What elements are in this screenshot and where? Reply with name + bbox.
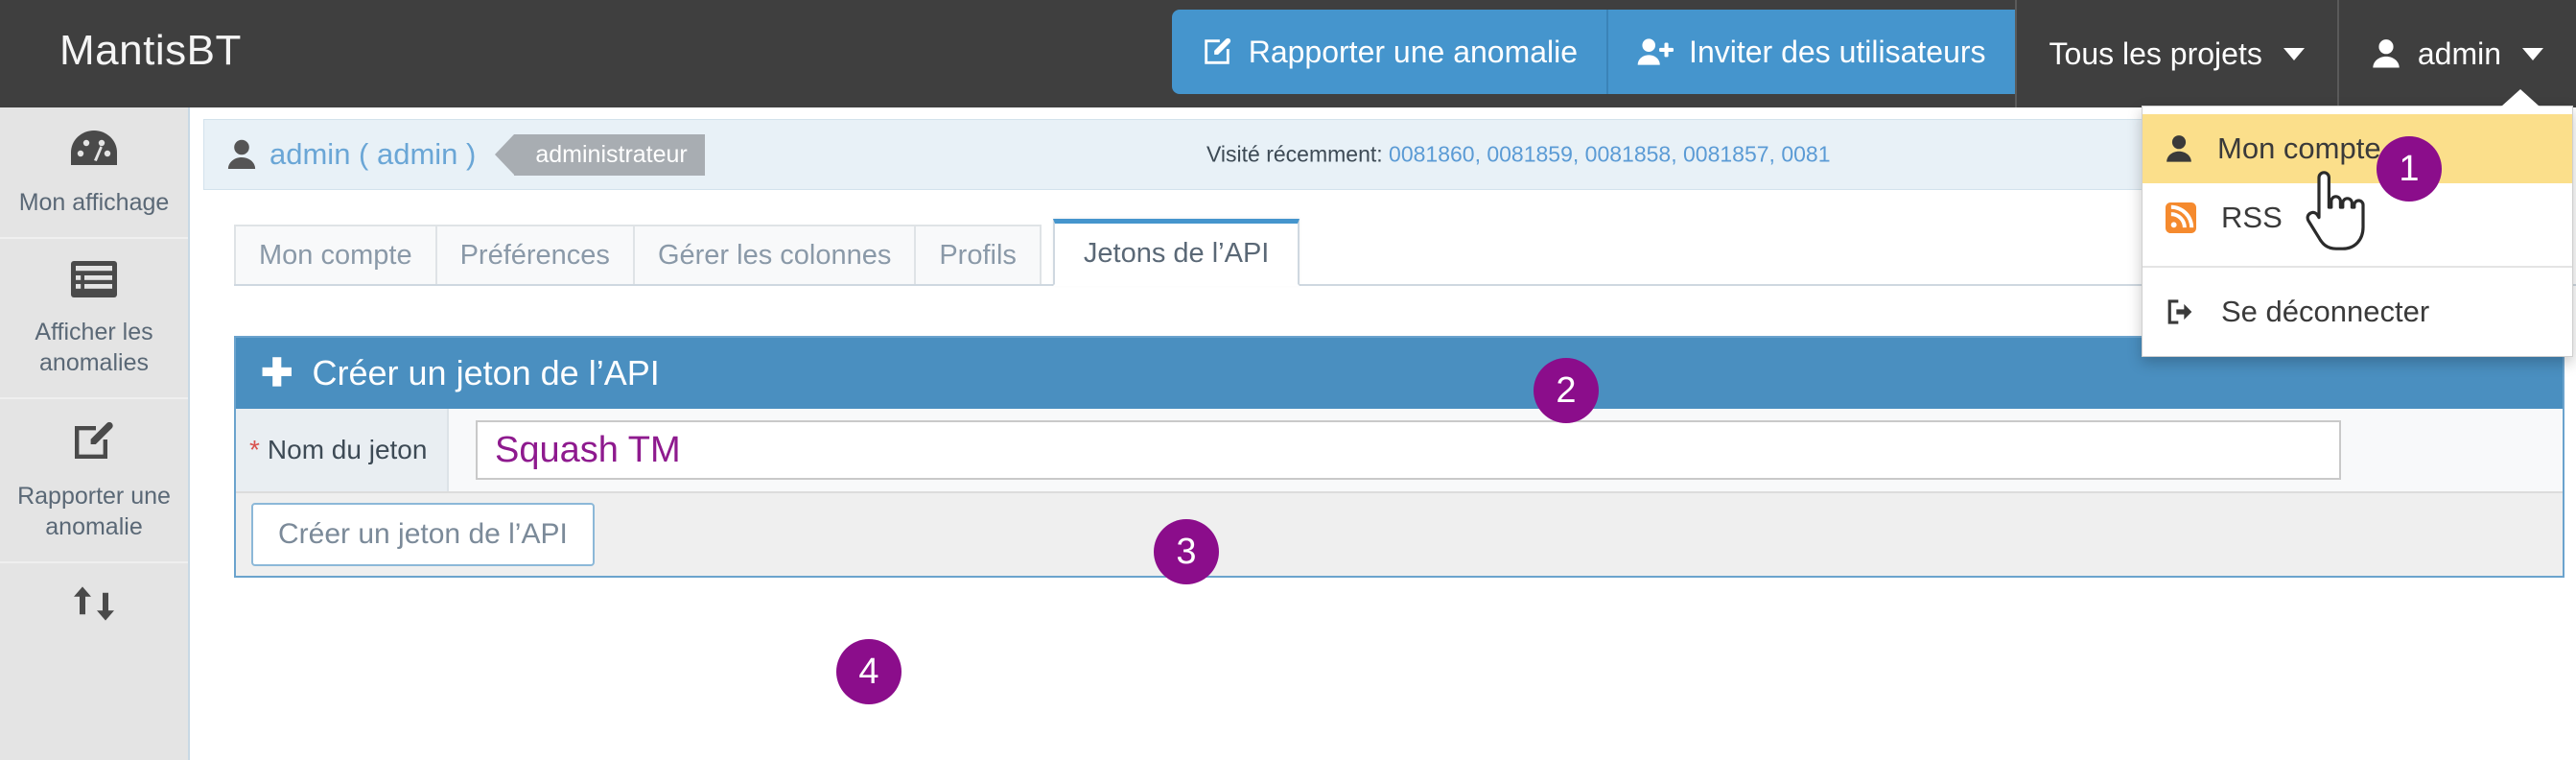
user-icon (2166, 134, 2192, 163)
required-marker: * (249, 435, 260, 464)
user-menu-label: admin (2417, 36, 2501, 71)
list-view-icon (6, 260, 182, 303)
menu-item-label: Se déconnecter (2221, 295, 2430, 328)
navbar-actions: Rapporter une anomalie Inviter des utili… (1171, 0, 2576, 107)
report-issue-button[interactable]: Rapporter une anomalie (1171, 10, 1607, 94)
rss-icon (2166, 202, 2196, 233)
tab-preferences[interactable]: Préférences (434, 225, 635, 284)
sidebar-item-label: Mon affichage (18, 189, 170, 216)
recently-visited-ids[interactable]: 0081860, 0081859, 0081858, 0081857, 0081 (1389, 142, 1830, 167)
create-api-token-panel: ✚ Créer un jeton de l’API * Nom du jeton… (234, 336, 2564, 578)
sidebar-item-my-view[interactable]: Mon affichage (0, 107, 188, 239)
tab-profils[interactable]: Profils (914, 225, 1042, 284)
mouse-cursor-pointer (2302, 171, 2369, 258)
edit-square-icon (6, 420, 182, 467)
top-navbar: MantisBT Rapporter une anomalie Inviter … (0, 0, 2576, 107)
chevron-down-icon (2283, 47, 2305, 60)
step-marker-2: 2 (1534, 358, 1599, 423)
create-api-token-button[interactable]: Créer un jeton de l’API (251, 503, 595, 566)
dashboard-gauge-icon (6, 129, 182, 174)
plus-icon: ✚ (261, 352, 293, 394)
left-sidebar: Mon affichage Afficher les anomalies Rap… (0, 107, 190, 760)
user-icon (2372, 38, 2400, 69)
panel-title: Créer un jeton de l’API (312, 353, 660, 392)
invite-users-button[interactable]: Inviter des utilisateurs (1606, 10, 2015, 94)
tab-gerer-les-colonnes[interactable]: Gérer les colonnes (632, 225, 917, 284)
sidebar-item-report-issue[interactable]: Rapporter une anomalie (0, 399, 188, 563)
tab-jetons-de-lapi[interactable]: Jetons de l’API (1052, 219, 1300, 286)
transfer-arrows-icon (6, 584, 182, 628)
menu-item-label: Mon compte (2217, 131, 2381, 165)
sidebar-item-label: Afficher les anomalies (35, 319, 153, 376)
sign-out-icon (2166, 298, 2196, 325)
navbar-spacer (242, 0, 1172, 107)
sidebar-item-transfer[interactable] (0, 563, 188, 651)
user-menu-button[interactable]: admin (2336, 0, 2576, 107)
brand-logo[interactable]: MantisBT (0, 0, 242, 107)
user-info-left: admin ( admin ) administrateur (227, 133, 705, 176)
recently-visited: Visité récemment: 0081860, 0081859, 0081… (1206, 142, 1830, 168)
app-root: MantisBT Rapporter une anomalie Inviter … (0, 0, 2576, 760)
menu-item-label: RSS (2221, 201, 2283, 234)
user-plus-icon (1637, 36, 1674, 68)
sidebar-item-label: Rapporter une anomalie (17, 483, 171, 540)
user-name[interactable]: admin ( admin ) (269, 137, 476, 172)
project-selector[interactable]: Tous les projets (2014, 0, 2337, 107)
step-marker-4: 4 (836, 639, 902, 704)
report-issue-label: Rapporter une anomalie (1248, 34, 1579, 69)
token-name-label-cell: * Nom du jeton (236, 409, 449, 491)
sidebar-item-view-issues[interactable]: Afficher les anomalies (0, 239, 188, 399)
role-badge: administrateur (495, 133, 705, 176)
chevron-down-icon (2522, 47, 2543, 60)
step-marker-3: 3 (1154, 519, 1219, 584)
step-marker-1: 1 (2377, 136, 2442, 202)
tab-mon-compte[interactable]: Mon compte (234, 225, 437, 284)
menu-separator (2143, 266, 2572, 268)
invite-users-label: Inviter des utilisateurs (1689, 34, 1986, 69)
token-name-field-cell (449, 409, 2563, 491)
user-icon (227, 138, 256, 171)
project-selector-label: Tous les projets (2049, 36, 2262, 71)
recently-visited-label: Visité récemment: (1206, 141, 1383, 167)
token-name-input[interactable] (476, 420, 2341, 480)
panel-actions: Créer un jeton de l’API (236, 493, 2563, 576)
token-name-label: Nom du jeton (267, 435, 428, 464)
token-name-row: * Nom du jeton (236, 409, 2563, 493)
edit-square-icon (1201, 36, 1233, 68)
menu-item-se-deconnecter[interactable]: Se déconnecter (2143, 277, 2572, 346)
